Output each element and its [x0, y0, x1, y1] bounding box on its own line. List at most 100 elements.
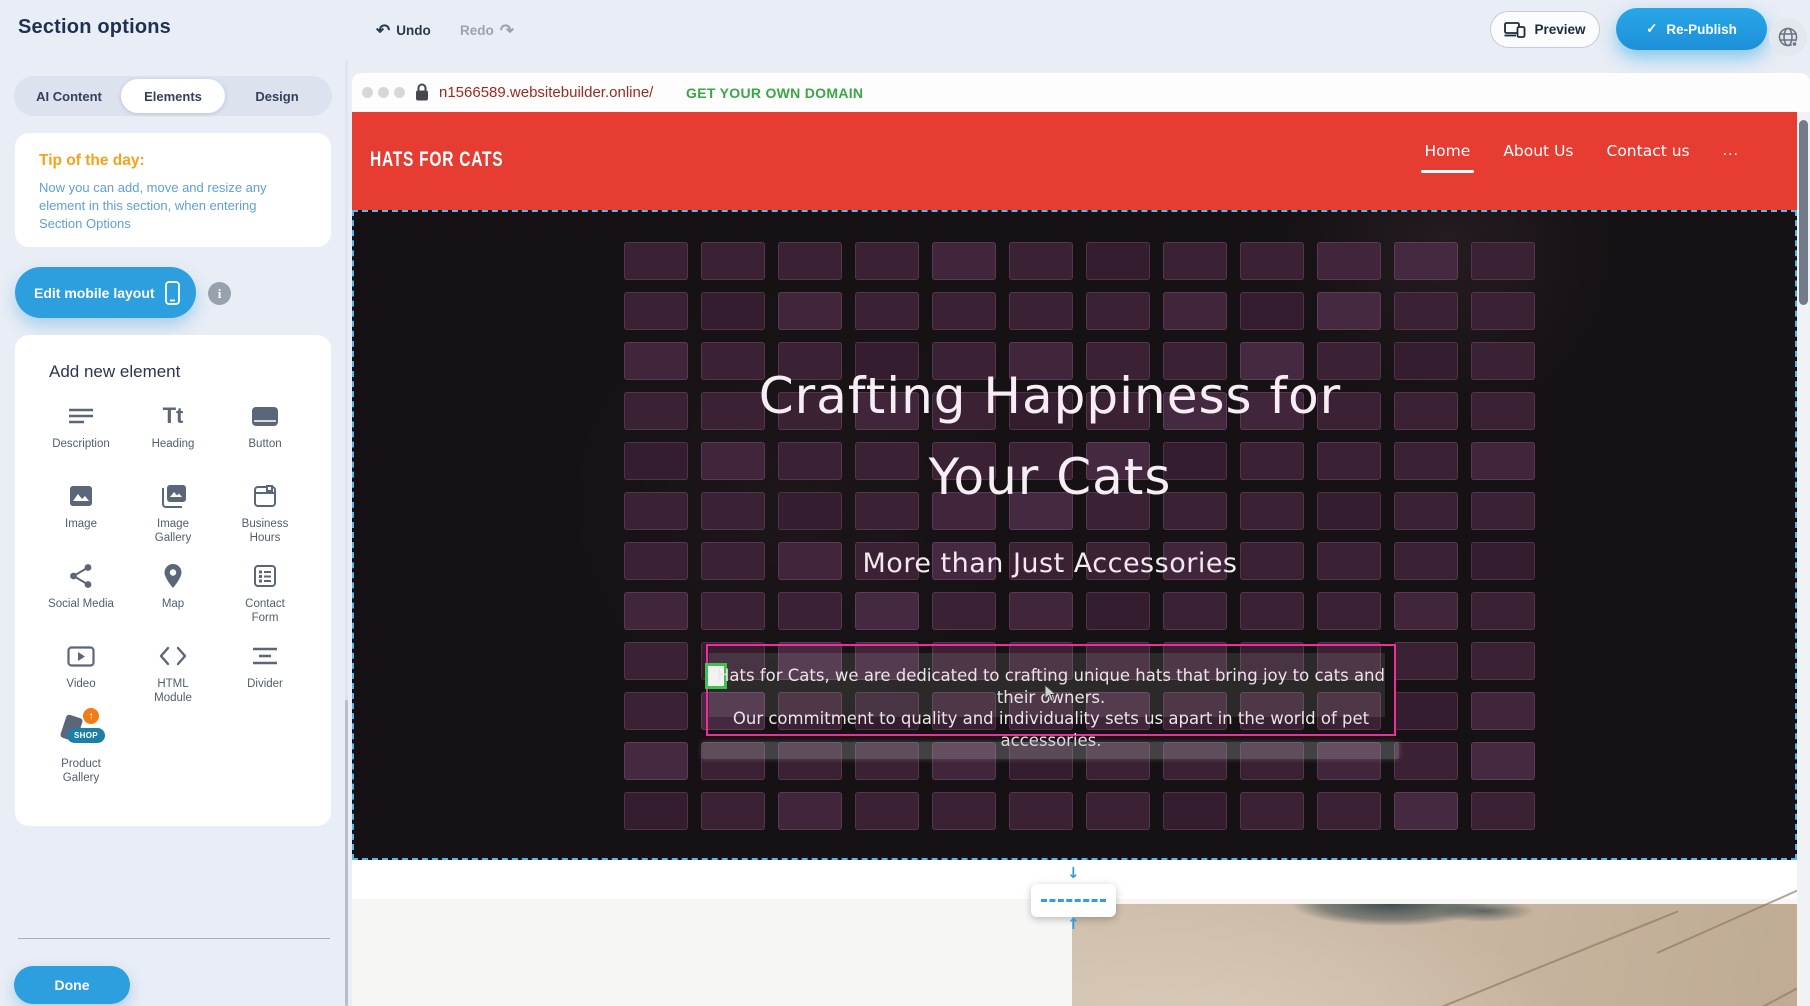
floor-seam	[1372, 910, 1679, 1006]
floor-photo	[1072, 904, 1797, 1006]
hero-tile	[1471, 292, 1535, 330]
element-label: Video	[66, 677, 95, 691]
redo-button[interactable]: Redo ↷	[460, 22, 514, 39]
hero-heading[interactable]: Crafting Happiness for Your Cats	[354, 356, 1746, 518]
hero-heading-line1: Crafting Happiness for	[354, 356, 1746, 437]
hero-tile	[1394, 642, 1458, 680]
hero-tile	[701, 792, 765, 830]
element-contact-form[interactable]: Contact Form	[219, 560, 311, 634]
element-label: Heading	[152, 437, 195, 451]
website-canvas: n1566589.websitebuilder.online/ GET YOUR…	[352, 73, 1810, 1006]
element-label: Contact Form	[245, 597, 285, 625]
element-html-module[interactable]: HTML Module	[127, 640, 219, 714]
hero-tile	[1471, 592, 1535, 630]
element-heading[interactable]: Tt Heading	[127, 400, 219, 474]
check-icon: ✓	[1646, 21, 1657, 37]
element-label: Description	[52, 437, 110, 451]
hero-tile	[855, 792, 919, 830]
browser-dot	[394, 87, 405, 98]
hero-tile	[778, 242, 842, 280]
floor-seam	[1657, 879, 1797, 954]
element-label: Business Hours	[242, 517, 289, 545]
page-title: Section options	[18, 16, 171, 39]
hero-tile	[1240, 292, 1304, 330]
tab-ai-content[interactable]: AI Content	[17, 79, 121, 113]
nav-contact-us[interactable]: Contact us	[1607, 142, 1690, 160]
site-scrollbar[interactable]	[1797, 112, 1810, 1006]
hero-tile	[778, 592, 842, 630]
phone-icon	[165, 281, 180, 305]
hero-tile	[624, 792, 688, 830]
panel-scrollbar[interactable]	[345, 60, 348, 1006]
undo-icon: ↶	[376, 22, 390, 39]
element-business-hours[interactable]: Business Hours	[219, 480, 311, 554]
site-nav: Home About Us Contact us ...	[1425, 142, 1739, 160]
element-social-media[interactable]: Social Media	[35, 560, 127, 634]
get-domain-link[interactable]: GET YOUR OWN DOMAIN	[686, 85, 863, 101]
hero-tile	[1240, 242, 1304, 280]
hero-tile	[1317, 242, 1381, 280]
element-image-gallery[interactable]: Image Gallery	[127, 480, 219, 554]
nav-about-us[interactable]: About Us	[1503, 142, 1573, 160]
element-label: Divider	[247, 677, 283, 691]
floor-seam	[1672, 979, 1797, 1006]
language-globe-button[interactable]	[1769, 18, 1807, 56]
shop-badge: SHOP	[67, 728, 105, 743]
element-label: HTML Module	[154, 677, 192, 705]
hero-paragraph[interactable]: Hats for Cats, we are dedicated to craft…	[708, 665, 1394, 751]
hero-tile	[701, 242, 765, 280]
hero-tile	[1394, 242, 1458, 280]
image-icon	[69, 480, 93, 512]
element-label: Social Media	[48, 597, 114, 611]
hero-tile	[1471, 742, 1535, 780]
hero-tile	[701, 592, 765, 630]
info-icon[interactable]: i	[208, 282, 231, 305]
element-drop-indicator	[702, 742, 1399, 759]
element-image[interactable]: Image	[35, 480, 127, 554]
element-video[interactable]: Video	[35, 640, 127, 714]
element-description[interactable]: Description	[35, 400, 127, 474]
tab-elements[interactable]: Elements	[121, 79, 225, 113]
edit-mobile-layout-button[interactable]: Edit mobile layout	[15, 267, 196, 318]
done-button[interactable]: Done	[14, 966, 130, 1004]
preview-button[interactable]: Preview	[1490, 11, 1600, 48]
hero-tile	[1086, 242, 1150, 280]
hero-tile	[1394, 292, 1458, 330]
nav-more-button[interactable]: ...	[1723, 143, 1739, 159]
site-url[interactable]: n1566589.websitebuilder.online/	[439, 84, 653, 101]
element-product-gallery[interactable]: SHOP ↑ Product Gallery	[35, 720, 127, 794]
tab-design[interactable]: Design	[225, 79, 329, 113]
section-resize-widget[interactable]: ↓ ↑	[1031, 884, 1116, 917]
hero-tile	[701, 292, 765, 330]
hero-tile	[624, 242, 688, 280]
hero-tile	[1086, 592, 1150, 630]
browser-chrome: n1566589.websitebuilder.online/ GET YOUR…	[352, 73, 1810, 112]
hero-tile	[1394, 692, 1458, 730]
element-divider[interactable]: Divider	[219, 640, 311, 714]
nav-home[interactable]: Home	[1425, 142, 1471, 160]
undo-button[interactable]: ↶ Undo	[376, 22, 431, 39]
republish-button[interactable]: ✓ Re-Publish	[1616, 8, 1767, 50]
republish-label: Re-Publish	[1666, 22, 1737, 37]
element-label: Map	[162, 597, 184, 611]
element-map[interactable]: Map	[127, 560, 219, 634]
panel-scrollbar-thumb[interactable]	[345, 700, 348, 1006]
element-button[interactable]: Button	[219, 400, 311, 474]
hero-tile	[1394, 792, 1458, 830]
site-logo[interactable]: HATS FOR CATS	[370, 148, 503, 172]
hero-tile	[1086, 792, 1150, 830]
hero-tile	[1163, 242, 1227, 280]
site-scrollbar-thumb[interactable]	[1799, 120, 1808, 305]
browser-dot	[378, 87, 389, 98]
hero-section[interactable]: Crafting Happiness for Your Cats More th…	[352, 210, 1797, 860]
hero-tile	[855, 592, 919, 630]
redo-icon: ↷	[500, 22, 514, 39]
hero-tile	[932, 592, 996, 630]
edit-mobile-layout-label: Edit mobile layout	[34, 285, 155, 301]
element-grid: Description Tt Heading Button	[35, 400, 311, 794]
hero-tile	[1317, 292, 1381, 330]
hero-tile	[1394, 742, 1458, 780]
hero-subheading[interactable]: More than Just Accessories	[354, 548, 1746, 579]
panel-tabs: AI Content Elements Design	[14, 76, 332, 116]
arrow-down-icon: ↓	[1067, 866, 1080, 881]
